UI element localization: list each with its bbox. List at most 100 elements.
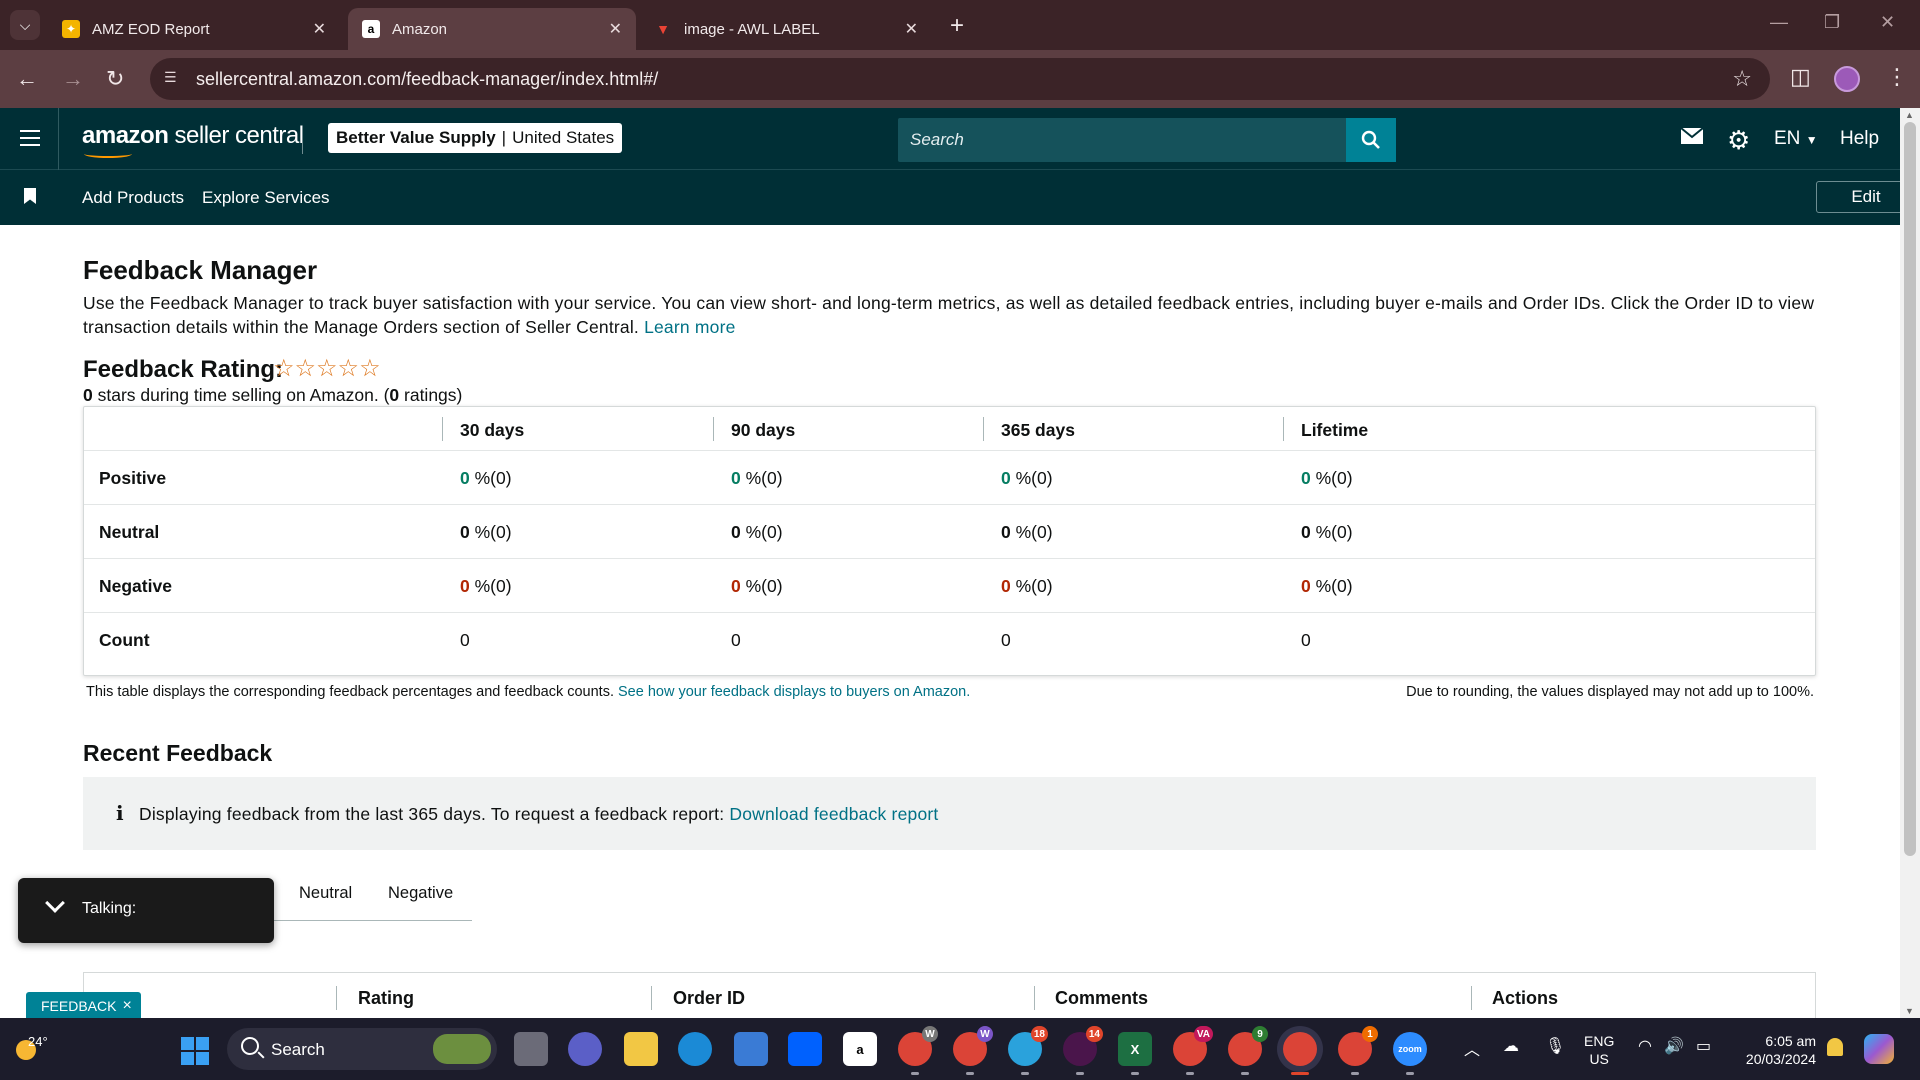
column-separator: [1471, 986, 1472, 1010]
back-arrow-icon[interactable]: ←: [16, 66, 38, 92]
amazon-app-icon[interactable]: a: [843, 1032, 877, 1066]
close-window-icon[interactable]: ✕: [1880, 12, 1895, 33]
zoom-icon[interactable]: zoom: [1393, 1032, 1427, 1066]
download-feedback-report-link[interactable]: Download feedback report: [729, 804, 938, 824]
reload-icon[interactable]: ↻: [106, 66, 124, 92]
chrome-icon-active[interactable]: [1283, 1032, 1317, 1066]
microsoft-store-icon[interactable]: [734, 1032, 768, 1066]
slack-icon[interactable]: 14: [1063, 1026, 1103, 1066]
notification-badge: 14: [1085, 1026, 1103, 1042]
wifi-icon[interactable]: ◠: [1638, 1036, 1652, 1056]
weather-widget[interactable]: 24°: [10, 1030, 48, 1066]
page-scrollbar[interactable]: ▲ ▼: [1900, 108, 1920, 1018]
metric-count: %(0): [1315, 468, 1353, 488]
amazon-a-icon: a: [362, 20, 380, 38]
running-indicator: [1406, 1072, 1414, 1075]
help-link[interactable]: Help: [1840, 128, 1879, 150]
edge-icon[interactable]: [678, 1032, 712, 1066]
feedback-display-link[interactable]: See how your feedback displays to buyers…: [618, 684, 970, 700]
chrome-icon[interactable]: 9: [1228, 1026, 1268, 1066]
account-switcher[interactable]: Better Value Supply | United States: [328, 123, 623, 153]
tab-title: AMZ EOD Report: [92, 20, 210, 38]
close-tab-icon[interactable]: ✕: [609, 19, 622, 39]
settings-gear-icon[interactable]: ⚙: [1727, 125, 1750, 156]
column-header-comments[interactable]: Comments: [1055, 988, 1148, 1009]
tray-overflow-chevron-icon[interactable]: ︿: [1464, 1036, 1480, 1060]
column-separator: [651, 986, 652, 1010]
forward-arrow-icon[interactable]: →: [62, 66, 84, 92]
column-separator: [1283, 417, 1284, 441]
metrics-row-count: Count 0 0 0 0: [84, 613, 1815, 675]
running-indicator: [1351, 1072, 1359, 1075]
file-explorer-icon[interactable]: [624, 1032, 658, 1066]
windows-start-icon[interactable]: [181, 1037, 209, 1065]
seller-central-logo[interactable]: amazon seller central: [82, 122, 304, 158]
tab-search-dropdown-button[interactable]: ⌵: [10, 10, 40, 40]
copilot-icon[interactable]: [1864, 1034, 1894, 1064]
scroll-down-icon[interactable]: ▼: [1905, 1006, 1914, 1016]
close-tab-icon[interactable]: ✕: [905, 19, 918, 39]
profile-badge: W: [977, 1026, 993, 1042]
teams-icon[interactable]: [568, 1032, 602, 1066]
telegram-icon[interactable]: 18: [1008, 1026, 1048, 1066]
taskbar-search-label: Search: [271, 1040, 325, 1059]
scroll-up-icon[interactable]: ▲: [1905, 110, 1914, 120]
browser-tab-awl-label[interactable]: ▼ image - AWL LABEL ✕: [640, 8, 932, 50]
language-code: ENG: [1584, 1033, 1615, 1049]
metric-count: %(0): [745, 522, 783, 542]
address-bar[interactable]: ☰ sellercentral.amazon.com/feedback-mana…: [150, 58, 1770, 100]
input-language[interactable]: ENG US: [1584, 1032, 1614, 1068]
scrollbar-thumb[interactable]: [1904, 122, 1916, 856]
tab-neutral[interactable]: Neutral: [299, 884, 352, 903]
onedrive-icon[interactable]: ☁: [1503, 1036, 1519, 1056]
url-text[interactable]: sellercentral.amazon.com/feedback-manage…: [196, 69, 658, 90]
count-cell: 0: [1301, 630, 1311, 650]
feedback-widget-tab[interactable]: FEEDBACK ×: [26, 992, 141, 1020]
close-icon[interactable]: ×: [122, 997, 131, 1015]
mail-icon[interactable]: [1680, 126, 1704, 152]
tab-negative[interactable]: Negative: [388, 884, 453, 903]
column-header-90-days: 90 days: [731, 420, 796, 440]
restore-icon[interactable]: ❐: [1824, 12, 1840, 33]
browser-tab-amz-eod-report[interactable]: ✦ AMZ EOD Report ✕: [48, 8, 340, 50]
minimize-icon[interactable]: —: [1770, 12, 1788, 33]
column-header-order-id[interactable]: Order ID: [673, 988, 745, 1009]
notification-bell-icon[interactable]: [1827, 1038, 1843, 1056]
metric-cell: 0 %(0): [1301, 576, 1353, 597]
row-label: Positive: [99, 468, 167, 488]
column-header-rating[interactable]: Rating: [358, 988, 414, 1009]
search-input[interactable]: [898, 118, 1346, 162]
search-button[interactable]: [1346, 118, 1396, 162]
browser-tab-amazon[interactable]: a Amazon ✕: [348, 8, 636, 50]
chevron-down-icon[interactable]: [45, 893, 65, 913]
chrome-icon[interactable]: VA: [1173, 1026, 1213, 1066]
taskbar-search[interactable]: Search: [227, 1028, 497, 1070]
column-header-actions[interactable]: Actions: [1492, 988, 1558, 1009]
profile-avatar-icon[interactable]: [1834, 66, 1860, 92]
new-tab-button[interactable]: +: [950, 12, 964, 40]
explore-services-link[interactable]: Explore Services: [202, 188, 330, 208]
bookmark-icon[interactable]: [24, 188, 36, 204]
close-tab-icon[interactable]: ✕: [313, 19, 326, 39]
bookmark-star-icon[interactable]: ☆: [1732, 66, 1752, 92]
hamburger-menu-icon[interactable]: [20, 130, 40, 151]
system-clock[interactable]: 6:05 am 20/03/2024: [1720, 1032, 1816, 1068]
learn-more-link[interactable]: Learn more: [644, 317, 736, 337]
dropbox-icon[interactable]: [788, 1032, 822, 1066]
excel-icon[interactable]: X: [1118, 1032, 1152, 1066]
more-menu-icon[interactable]: ⋮: [1886, 64, 1908, 90]
add-products-link[interactable]: Add Products: [82, 188, 184, 208]
site-info-icon[interactable]: ☰: [164, 69, 184, 89]
row-label: Neutral: [99, 522, 160, 542]
task-view-icon[interactable]: [514, 1032, 548, 1066]
battery-icon[interactable]: ▭: [1696, 1036, 1711, 1056]
browser-tab-bar: ⌵ ✦ AMZ EOD Report ✕ a Amazon ✕ ▼ image …: [0, 0, 1920, 50]
side-panel-icon[interactable]: ◫: [1790, 64, 1811, 90]
microphone-icon[interactable]: 🎙: [1545, 1036, 1565, 1056]
chrome-icon[interactable]: W: [898, 1026, 938, 1066]
talking-overlay[interactable]: Talking:: [18, 878, 274, 943]
language-selector[interactable]: EN ▼: [1774, 128, 1818, 150]
chrome-icon[interactable]: 1: [1338, 1026, 1378, 1066]
volume-icon[interactable]: 🔊: [1664, 1036, 1684, 1056]
chrome-icon[interactable]: W: [953, 1026, 993, 1066]
